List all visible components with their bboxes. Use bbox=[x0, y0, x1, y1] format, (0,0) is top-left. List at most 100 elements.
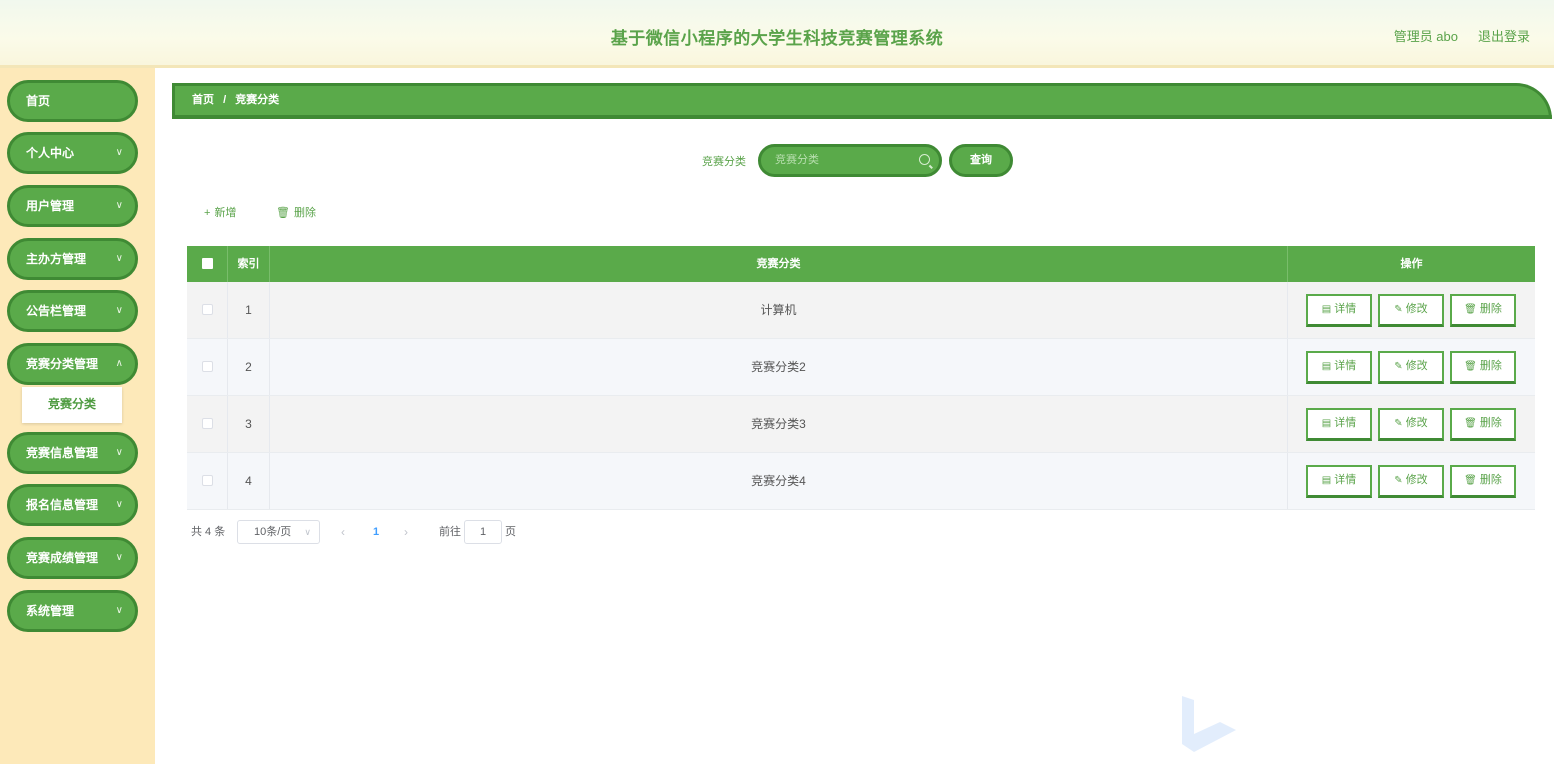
edit-label: 修改 bbox=[1405, 417, 1428, 429]
page-size-value: 10条/页 bbox=[254, 526, 292, 538]
sidebar-item-registration-info[interactable]: 报名信息管理 ∨ bbox=[7, 484, 138, 526]
sidebar-item-organizer-management[interactable]: 主办方管理 ∨ bbox=[7, 238, 138, 280]
logout-link[interactable]: 退出登录 bbox=[1478, 26, 1530, 45]
page-size-select[interactable]: 10条/页 ∨ bbox=[237, 520, 320, 544]
row-checkbox[interactable] bbox=[187, 282, 228, 338]
trash-icon: 🗑 bbox=[1464, 475, 1477, 486]
row-name: 竞赛分类4 bbox=[270, 453, 1288, 509]
edit-button[interactable]: ✎ 修改 bbox=[1378, 294, 1444, 327]
detail-button[interactable]: ▤ 详情 bbox=[1306, 465, 1372, 498]
detail-label: 详情 bbox=[1334, 360, 1357, 372]
sidebar-subitem-category[interactable]: 竞赛分类 bbox=[22, 387, 122, 423]
goto-unit: 页 bbox=[505, 526, 516, 538]
sidebar-item-system-management[interactable]: 系统管理 ∨ bbox=[7, 590, 138, 632]
edit-button[interactable]: ✎ 修改 bbox=[1378, 408, 1444, 441]
sidebar-item-user-management[interactable]: 用户管理 ∨ bbox=[7, 185, 138, 227]
sidebar-item-label: 公告栏管理 bbox=[26, 304, 87, 318]
row-name: 计算机 bbox=[270, 282, 1288, 338]
trash-icon: 🗑 bbox=[1464, 418, 1477, 429]
edit-label: 修改 bbox=[1405, 303, 1428, 315]
category-table: 索引 竞赛分类 操作 1 计算机 ▤ 详情 ✎ 修改 🗑 删除 2 竞赛分类2 ▤ 详情… bbox=[187, 246, 1535, 510]
sidebar-item-bulletin-management[interactable]: 公告栏管理 ∨ bbox=[7, 290, 138, 332]
trash-icon: 🗑 bbox=[276, 207, 290, 219]
row-index: 2 bbox=[228, 339, 270, 395]
delete-label: 删除 bbox=[1479, 417, 1502, 429]
row-index: 4 bbox=[228, 453, 270, 509]
select-all-checkbox[interactable] bbox=[187, 246, 228, 282]
pagination-total: 共 4 条 bbox=[191, 526, 226, 538]
prev-page-button[interactable]: ‹ bbox=[341, 520, 345, 544]
add-button-label: 新增 bbox=[214, 207, 237, 219]
document-icon: ▤ bbox=[1321, 475, 1332, 486]
row-actions: ▤ 详情 ✎ 修改 🗑 删除 bbox=[1288, 282, 1535, 338]
goto-page-input[interactable]: 1 bbox=[464, 520, 502, 544]
chevron-down-icon: ∨ bbox=[115, 200, 123, 211]
sidebar-item-category-management[interactable]: 竞赛分类管理 ∧ bbox=[7, 343, 138, 385]
chevron-down-icon: ∨ bbox=[115, 253, 123, 264]
breadcrumb-home[interactable]: 首页 bbox=[192, 94, 214, 106]
breadcrumb: 首页 / 竞赛分类 bbox=[172, 83, 1552, 119]
delete-button[interactable]: 🗑 删除 bbox=[1450, 465, 1516, 498]
trash-icon: 🗑 bbox=[1464, 361, 1477, 372]
page-number-current[interactable]: 1 bbox=[373, 520, 379, 544]
table-row: 4 竞赛分类4 ▤ 详情 ✎ 修改 🗑 删除 bbox=[187, 453, 1535, 510]
row-actions: ▤ 详情 ✎ 修改 🗑 删除 bbox=[1288, 339, 1535, 395]
chevron-up-icon: ∧ bbox=[115, 358, 123, 369]
row-checkbox[interactable] bbox=[187, 339, 228, 395]
current-user: 管理员 abo bbox=[1393, 29, 1458, 44]
sidebar-item-label: 竞赛分类管理 bbox=[26, 357, 99, 371]
sidebar-item-label: 用户管理 bbox=[26, 199, 75, 213]
sidebar-item-personal-center[interactable]: 个人中心 ∨ bbox=[7, 132, 138, 174]
sidebar-item-competition-info[interactable]: 竞赛信息管理 ∨ bbox=[7, 432, 138, 474]
next-page-button[interactable]: › bbox=[404, 520, 408, 544]
detail-button[interactable]: ▤ 详情 bbox=[1306, 294, 1372, 327]
trash-icon: 🗑 bbox=[1464, 304, 1477, 315]
row-index: 1 bbox=[228, 282, 270, 338]
plus-icon: + bbox=[204, 207, 211, 219]
row-actions: ▤ 详情 ✎ 修改 🗑 删除 bbox=[1288, 396, 1535, 452]
sidebar-item-label: 系统管理 bbox=[26, 604, 75, 618]
top-header: 基于微信小程序的大学生科技竞赛管理系统 管理员 abo 退出登录 bbox=[0, 0, 1554, 68]
search-input[interactable] bbox=[775, 154, 915, 166]
sidebar-item-results-management[interactable]: 竞赛成绩管理 ∨ bbox=[7, 537, 138, 579]
query-button[interactable]: 查询 bbox=[949, 144, 1013, 177]
detail-label: 详情 bbox=[1334, 417, 1357, 429]
delete-button[interactable]: 🗑 删除 bbox=[1450, 351, 1516, 384]
table-row: 3 竞赛分类3 ▤ 详情 ✎ 修改 🗑 删除 bbox=[187, 396, 1535, 453]
detail-button[interactable]: ▤ 详情 bbox=[1306, 408, 1372, 441]
header-actions: 操作 bbox=[1400, 258, 1423, 270]
delete-button[interactable]: 🗑 删除 bbox=[1450, 294, 1516, 327]
row-name: 竞赛分类3 bbox=[270, 396, 1288, 452]
row-checkbox[interactable] bbox=[187, 453, 228, 509]
table-row: 2 竞赛分类2 ▤ 详情 ✎ 修改 🗑 删除 bbox=[187, 339, 1535, 396]
sidebar-item-home[interactable]: 首页 bbox=[7, 80, 138, 122]
search-label: 竞赛分类 bbox=[702, 156, 746, 168]
header-index: 索引 bbox=[228, 246, 270, 282]
document-icon: ▤ bbox=[1321, 304, 1332, 315]
pencil-icon: ✎ bbox=[1394, 304, 1403, 315]
search-field[interactable] bbox=[758, 144, 942, 177]
batch-delete-button[interactable]: 🗑 删除 bbox=[276, 204, 316, 220]
header-name: 竞赛分类 bbox=[270, 246, 1288, 282]
chevron-down-icon: ∨ bbox=[115, 447, 123, 458]
pencil-icon: ✎ bbox=[1394, 475, 1403, 486]
row-actions: ▤ 详情 ✎ 修改 🗑 删除 bbox=[1288, 453, 1535, 509]
document-icon: ▤ bbox=[1321, 361, 1332, 372]
edit-button[interactable]: ✎ 修改 bbox=[1378, 351, 1444, 384]
table-row: 1 计算机 ▤ 详情 ✎ 修改 🗑 删除 bbox=[187, 282, 1535, 339]
chevron-down-icon: ∨ bbox=[115, 305, 123, 316]
detail-button[interactable]: ▤ 详情 bbox=[1306, 351, 1372, 384]
chevron-down-icon: ∨ bbox=[115, 552, 123, 563]
delete-button[interactable]: 🗑 删除 bbox=[1450, 408, 1516, 441]
pencil-icon: ✎ bbox=[1394, 418, 1403, 429]
breadcrumb-current: 竞赛分类 bbox=[235, 94, 280, 106]
watermark-logo-icon bbox=[1182, 696, 1236, 752]
delete-label: 删除 bbox=[1479, 474, 1502, 486]
sidebar-item-label: 个人中心 bbox=[26, 146, 75, 160]
add-button[interactable]: + 新增 bbox=[204, 204, 236, 220]
row-name: 竞赛分类2 bbox=[270, 339, 1288, 395]
edit-button[interactable]: ✎ 修改 bbox=[1378, 465, 1444, 498]
row-checkbox[interactable] bbox=[187, 396, 228, 452]
sidebar-item-label: 报名信息管理 bbox=[26, 498, 99, 512]
detail-label: 详情 bbox=[1334, 474, 1357, 486]
